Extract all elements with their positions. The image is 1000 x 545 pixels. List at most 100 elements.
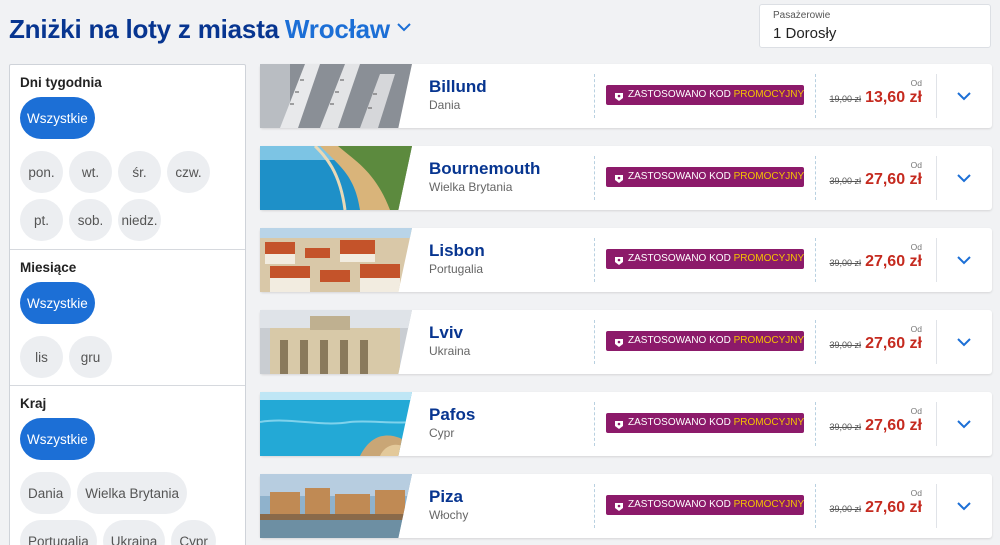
divider bbox=[815, 484, 816, 528]
chip-countries-all[interactable]: Wszystkie bbox=[20, 418, 95, 460]
chevron-down-icon[interactable] bbox=[954, 332, 974, 352]
chip-country-cyprus[interactable]: Cypr bbox=[171, 520, 216, 545]
promo-badge: ZASTOSOWANO KOD PROMOCYJNY bbox=[606, 331, 804, 351]
divider bbox=[936, 238, 937, 282]
chip-country-ukraine[interactable]: Ukraina bbox=[102, 520, 166, 545]
old-price: 39,00 zł bbox=[829, 258, 862, 268]
page-header: Zniżki na loty z miasta Wrocław Pasażerow… bbox=[0, 0, 1000, 62]
result-card[interactable]: Lisbon Portugalia ZASTOSOWANO KOD PROMOCYJ… bbox=[260, 228, 992, 292]
divider bbox=[815, 156, 816, 200]
passengers-selector[interactable]: Pasażerowie 1 Dorosły bbox=[759, 4, 991, 48]
chip-months-all[interactable]: Wszystkie bbox=[20, 282, 95, 324]
chip-day-thu[interactable]: czw. bbox=[167, 151, 210, 193]
destination-country: Dania bbox=[429, 98, 461, 112]
destination-name[interactable]: Lviv bbox=[429, 323, 470, 343]
chip-day-tue[interactable]: wt. bbox=[69, 151, 112, 193]
chevron-down-icon[interactable] bbox=[954, 496, 974, 516]
filter-countries-title: Kraj bbox=[20, 396, 47, 411]
tag-icon bbox=[614, 90, 624, 101]
price-from-label: Od bbox=[910, 488, 922, 498]
chevron-down-icon[interactable] bbox=[954, 414, 974, 434]
filters-panel: Dni tygodnia Wszystkie pon. wt. śr. czw.… bbox=[9, 64, 246, 545]
promo-text: ZASTOSOWANO KOD bbox=[628, 335, 734, 346]
chip-country-denmark[interactable]: Dania bbox=[20, 472, 72, 514]
result-card[interactable]: Bournemouth Wielka Brytania ZASTOSOWANO KO… bbox=[260, 146, 992, 210]
tag-icon bbox=[614, 500, 624, 511]
old-price: 39,00 zł bbox=[829, 504, 862, 514]
promo-badge: ZASTOSOWANO KOD PROMOCYJNY bbox=[606, 167, 804, 187]
divider bbox=[936, 74, 937, 118]
new-price: 27,60 zł bbox=[865, 253, 922, 270]
chip-day-wed[interactable]: śr. bbox=[118, 151, 161, 193]
destination-name[interactable]: Pafos bbox=[429, 405, 475, 425]
chevron-down-icon[interactable] bbox=[396, 19, 412, 35]
filter-months-chips: Wszystkie lis gru bbox=[20, 282, 235, 388]
new-price: 27,60 zł bbox=[865, 171, 922, 188]
destination-name[interactable]: Bournemouth bbox=[429, 159, 540, 179]
filter-countries: Kraj Wszystkie Dania Wielka Brytania Por… bbox=[10, 386, 245, 545]
chevron-down-icon[interactable] bbox=[954, 250, 974, 270]
filter-days-chips: Wszystkie pon. wt. śr. czw. pt. sob. nie… bbox=[20, 97, 235, 251]
promo-badge: ZASTOSOWANO KOD PROMOCYJNY bbox=[606, 495, 804, 515]
passengers-value[interactable]: 1 Dorosły bbox=[773, 25, 836, 42]
filter-days: Dni tygodnia Wszystkie pon. wt. śr. czw.… bbox=[10, 65, 245, 250]
chip-country-portugal[interactable]: Portugalia bbox=[20, 520, 97, 545]
divider bbox=[594, 484, 595, 528]
chip-month-nov[interactable]: lis bbox=[20, 336, 63, 378]
destination-name[interactable]: Lisbon bbox=[429, 241, 485, 261]
destination-name[interactable]: Billund bbox=[429, 77, 487, 97]
chip-day-mon[interactable]: pon. bbox=[20, 151, 63, 193]
result-card[interactable]: Piza Włochy ZASTOSOWANO KOD PROMOCYJNY Od 39… bbox=[260, 474, 992, 538]
price-block: Od 39,00 zł 27,60 zł bbox=[830, 242, 922, 271]
divider bbox=[936, 402, 937, 446]
filter-months-title: Miesiące bbox=[20, 260, 77, 275]
price-block: Od 39,00 zł 27,60 zł bbox=[830, 488, 922, 517]
divider bbox=[594, 156, 595, 200]
destination-country: Portugalia bbox=[429, 262, 484, 276]
tag-icon bbox=[614, 418, 624, 429]
destination-country: Włochy bbox=[429, 508, 469, 522]
promo-highlight: PROMOCYJNY bbox=[733, 335, 805, 346]
promo-highlight: PROMOCYJNY bbox=[733, 253, 805, 264]
promo-text: ZASTOSOWANO KOD bbox=[628, 499, 734, 510]
destination-image bbox=[260, 310, 412, 374]
result-card[interactable]: Lviv Ukraina ZASTOSOWANO KOD PROMOCYJNY Od 3… bbox=[260, 310, 992, 374]
destination-info: Pafos Cypr bbox=[429, 405, 475, 441]
result-card[interactable]: Billund Dania ZASTOSOWANO KOD PROMOCYJNY Od… bbox=[260, 64, 992, 128]
chip-days-all[interactable]: Wszystkie bbox=[20, 97, 95, 139]
promo-text: ZASTOSOWANO KOD bbox=[628, 253, 734, 264]
promo-text: ZASTOSOWANO KOD bbox=[628, 417, 734, 428]
promo-badge: ZASTOSOWANO KOD PROMOCYJNY bbox=[606, 249, 804, 269]
chip-country-uk[interactable]: Wielka Brytania bbox=[77, 472, 188, 514]
destination-image bbox=[260, 474, 412, 538]
price-block: Od 39,00 zł 27,60 zł bbox=[830, 160, 922, 189]
chip-day-sun[interactable]: niedz. bbox=[118, 199, 161, 241]
chip-day-fri[interactable]: pt. bbox=[20, 199, 63, 241]
divider bbox=[594, 74, 595, 118]
destination-info: Lisbon Portugalia bbox=[429, 241, 485, 277]
result-card[interactable]: Pafos Cypr ZASTOSOWANO KOD PROMOCYJNY Od 39,… bbox=[260, 392, 992, 456]
city-name[interactable]: Wrocław bbox=[285, 14, 390, 44]
promo-highlight: PROMOCYJNY bbox=[733, 417, 805, 428]
divider bbox=[815, 320, 816, 364]
old-price: 19,00 zł bbox=[829, 94, 862, 104]
divider bbox=[936, 484, 937, 528]
promo-text: ZASTOSOWANO KOD bbox=[628, 171, 734, 182]
city-selector[interactable]: Wrocław bbox=[285, 14, 412, 44]
tag-icon bbox=[614, 172, 624, 183]
promo-badge: ZASTOSOWANO KOD PROMOCYJNY bbox=[606, 85, 804, 105]
price-from-label: Od bbox=[910, 324, 922, 334]
price-block: Od 19,00 zł 13,60 zł bbox=[830, 78, 922, 107]
promo-highlight: PROMOCYJNY bbox=[733, 499, 805, 510]
divider bbox=[815, 402, 816, 446]
filter-months: Miesiące Wszystkie lis gru bbox=[10, 250, 245, 386]
promo-highlight: PROMOCYJNY bbox=[733, 89, 805, 100]
chip-month-dec[interactable]: gru bbox=[69, 336, 112, 378]
price-from-label: Od bbox=[910, 242, 922, 252]
chevron-down-icon[interactable] bbox=[954, 168, 974, 188]
tag-icon bbox=[614, 336, 624, 347]
destination-name[interactable]: Piza bbox=[429, 487, 468, 507]
passengers-label: Pasażerowie bbox=[773, 10, 831, 21]
chip-day-sat[interactable]: sob. bbox=[69, 199, 112, 241]
chevron-down-icon[interactable] bbox=[954, 86, 974, 106]
